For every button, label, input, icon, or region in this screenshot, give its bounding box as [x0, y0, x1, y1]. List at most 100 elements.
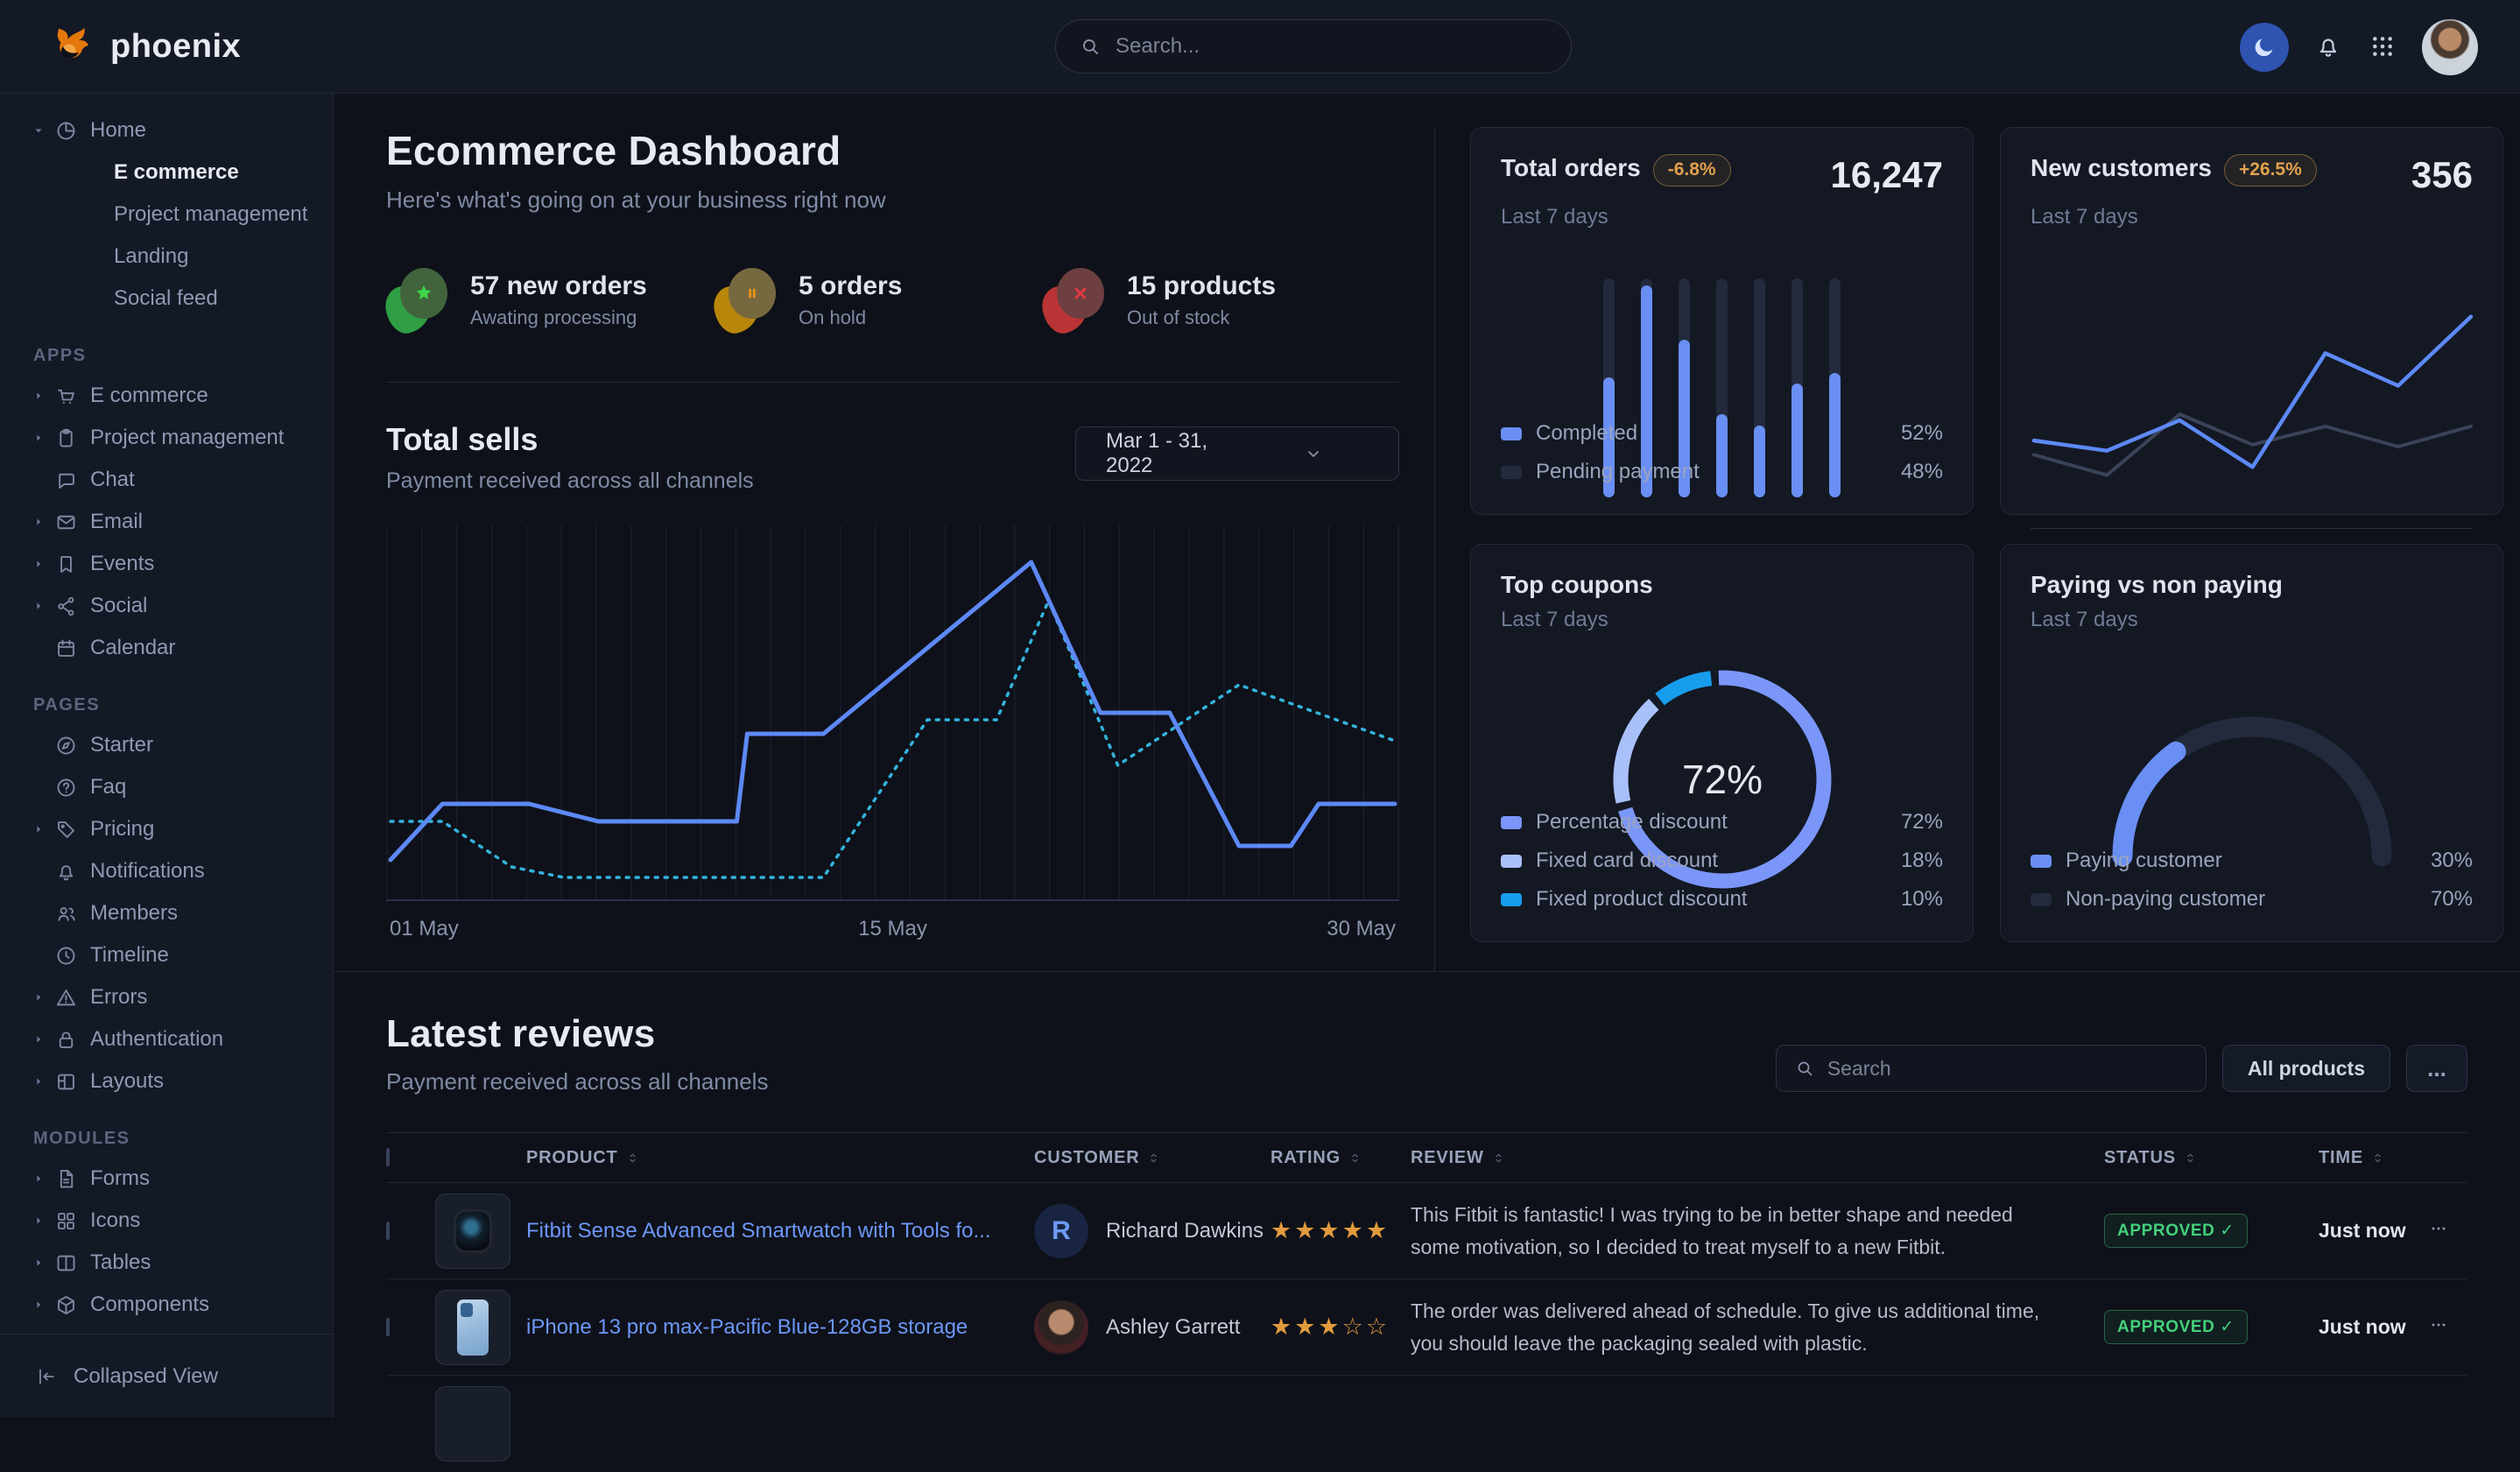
divider: [386, 382, 1399, 383]
column-header-review[interactable]: REVIEW: [1411, 1148, 2104, 1168]
warning-icon: [54, 986, 78, 1010]
reviews-title: Latest reviews: [386, 1012, 768, 1056]
sidebar-item-chat[interactable]: Chat: [32, 459, 333, 501]
compass-icon: [54, 734, 78, 757]
sidebar-item-home[interactable]: Home: [32, 109, 333, 151]
paying-legend: Paying customer30%Non-paying customer70%: [2031, 842, 2473, 919]
mail-icon: [54, 511, 78, 534]
sidebar-item-members[interactable]: Members: [32, 892, 333, 934]
x-icon: [1069, 282, 1092, 305]
customer-avatar: R: [1034, 1204, 1088, 1258]
product-link[interactable]: iPhone 13 pro max-Pacific Blue-128GB sto…: [526, 1313, 1034, 1342]
moon-icon: [2251, 34, 2277, 60]
sidebar-item-social[interactable]: Social: [32, 585, 333, 627]
product-link[interactable]: Fitbit Sense Advanced Smartwatch with To…: [526, 1216, 1034, 1246]
review-time: Just now: [2319, 1315, 2428, 1339]
sidebar-item-label: Email: [90, 510, 143, 534]
column-header-time[interactable]: TIME: [2319, 1148, 2428, 1168]
global-search-input[interactable]: [1116, 34, 1548, 59]
sidebar-item-faq[interactable]: Faq: [32, 766, 333, 808]
sidebar-item-pricing[interactable]: Pricing: [32, 808, 333, 850]
sidebar-item-layouts[interactable]: Layouts: [32, 1060, 333, 1102]
total-orders-legend: Completed52%Pending payment48%: [1501, 414, 1943, 491]
column-header-status[interactable]: STATUS: [2104, 1148, 2319, 1168]
caret-spacer: [32, 473, 51, 487]
sidebar-item-e-commerce[interactable]: E commerce: [32, 375, 333, 417]
user-avatar[interactable]: [2422, 19, 2478, 75]
sidebar-item-events[interactable]: Events: [32, 543, 333, 585]
sidebar-item-calendar[interactable]: Calendar: [32, 627, 333, 669]
review-time: Just now: [2319, 1219, 2428, 1243]
sidebar-item-icons[interactable]: Icons: [32, 1200, 333, 1242]
total-orders-badge: -6.8%: [1653, 154, 1731, 187]
sidebar-item-project-management[interactable]: Project management: [32, 417, 333, 459]
status-badge: APPROVED ✓: [2104, 1214, 2248, 1248]
legend-label: Completed: [1536, 421, 1637, 446]
reviews-search[interactable]: [1776, 1045, 2207, 1092]
sidebar-item-components[interactable]: Components: [32, 1284, 333, 1326]
stat-x: 15 productsOut of stock: [1043, 268, 1371, 333]
product-thumbnail: [435, 1386, 510, 1461]
column-header-product[interactable]: PRODUCT: [526, 1148, 1034, 1168]
stat-star: 57 new ordersAwating processing: [386, 268, 714, 333]
pie-chart-icon: [54, 119, 78, 143]
sidebar-section-label: PAGES: [33, 695, 333, 715]
total-sells-title: Total sells: [386, 421, 754, 458]
brand[interactable]: phoenix: [49, 23, 241, 70]
row-actions-button[interactable]: [2428, 1314, 2449, 1335]
all-products-button[interactable]: All products: [2222, 1045, 2390, 1092]
paying-card: Paying vs non paying Last 7 days Paying …: [2000, 544, 2503, 942]
sidebar-subitem-e-commerce[interactable]: E commerce: [32, 151, 333, 194]
column-header-rating[interactable]: RATING: [1271, 1148, 1411, 1168]
sidebar-item-tables[interactable]: Tables: [32, 1242, 333, 1284]
theme-toggle-button[interactable]: [2240, 23, 2289, 72]
sidebar-subitem-project-management[interactable]: Project management: [32, 194, 333, 236]
product-thumbnail-iphone: [435, 1290, 510, 1365]
global-search[interactable]: [1055, 19, 1572, 74]
stat-value: 5 orders: [799, 271, 902, 301]
apps-menu-button[interactable]: [2368, 32, 2397, 62]
reviews-table: PRODUCT CUSTOMER RATING REVIEW STATUS TI…: [386, 1132, 2467, 1472]
total-orders-period: Last 7 days: [1501, 205, 1943, 229]
legend-value: 48%: [1901, 460, 1943, 484]
sidebar-item-forms[interactable]: Forms: [32, 1158, 333, 1200]
date-range-select[interactable]: Mar 1 - 31, 2022: [1075, 426, 1399, 481]
sidebar-item-notifications[interactable]: Notifications: [32, 850, 333, 892]
phoenix-logo-icon: [49, 23, 96, 70]
sidebar-item-label: Pricing: [90, 817, 154, 842]
stat-value: 57 new orders: [470, 271, 647, 301]
notifications-button[interactable]: [2313, 32, 2343, 62]
row-checkbox[interactable]: [386, 1318, 390, 1336]
sidebar-item-label: Components: [90, 1292, 209, 1317]
reviews-subtitle: Payment received across all channels: [386, 1068, 768, 1095]
sidebar-section-label: MODULES: [33, 1129, 333, 1149]
sidebar-item-label: Forms: [90, 1166, 150, 1191]
x-tick: 15 May: [858, 917, 927, 941]
reviews-search-input[interactable]: [1827, 1057, 2188, 1081]
more-options-button[interactable]: ...: [2406, 1045, 2467, 1092]
sidebar-item-label: Authentication: [90, 1027, 223, 1052]
select-all-checkbox[interactable]: [386, 1148, 390, 1166]
sidebar-item-email[interactable]: Email: [32, 501, 333, 543]
row-checkbox[interactable]: [386, 1222, 390, 1240]
sort-icon: [1491, 1151, 1506, 1166]
sidebar-item-authentication[interactable]: Authentication: [32, 1018, 333, 1060]
sidebar-item-starter[interactable]: Starter: [32, 724, 333, 766]
sidebar-subitem-social-feed[interactable]: Social feed: [32, 278, 333, 320]
share-icon: [54, 595, 78, 618]
x-tick: 01 May: [390, 917, 459, 941]
sidebar-subitem-landing[interactable]: Landing: [32, 236, 333, 278]
row-actions-button[interactable]: [2428, 1218, 2449, 1239]
legend-value: 18%: [1901, 849, 1943, 873]
sort-icon: [2370, 1151, 2385, 1166]
caret-right-icon: [32, 389, 51, 403]
legend-row: Percentage discount72%: [1501, 803, 1943, 842]
sidebar-item-errors[interactable]: Errors: [32, 976, 333, 1018]
stats-row: 57 new ordersAwating processing5 ordersO…: [386, 268, 1399, 333]
status-badge: APPROVED ✓: [2104, 1310, 2248, 1344]
column-header-customer[interactable]: CUSTOMER: [1034, 1148, 1271, 1168]
grid4-icon: [54, 1209, 78, 1233]
svg-text:72%: 72%: [1681, 757, 1762, 802]
sidebar-item-timeline[interactable]: Timeline: [32, 934, 333, 976]
collapsed-view-toggle[interactable]: Collapsed View: [0, 1334, 333, 1418]
